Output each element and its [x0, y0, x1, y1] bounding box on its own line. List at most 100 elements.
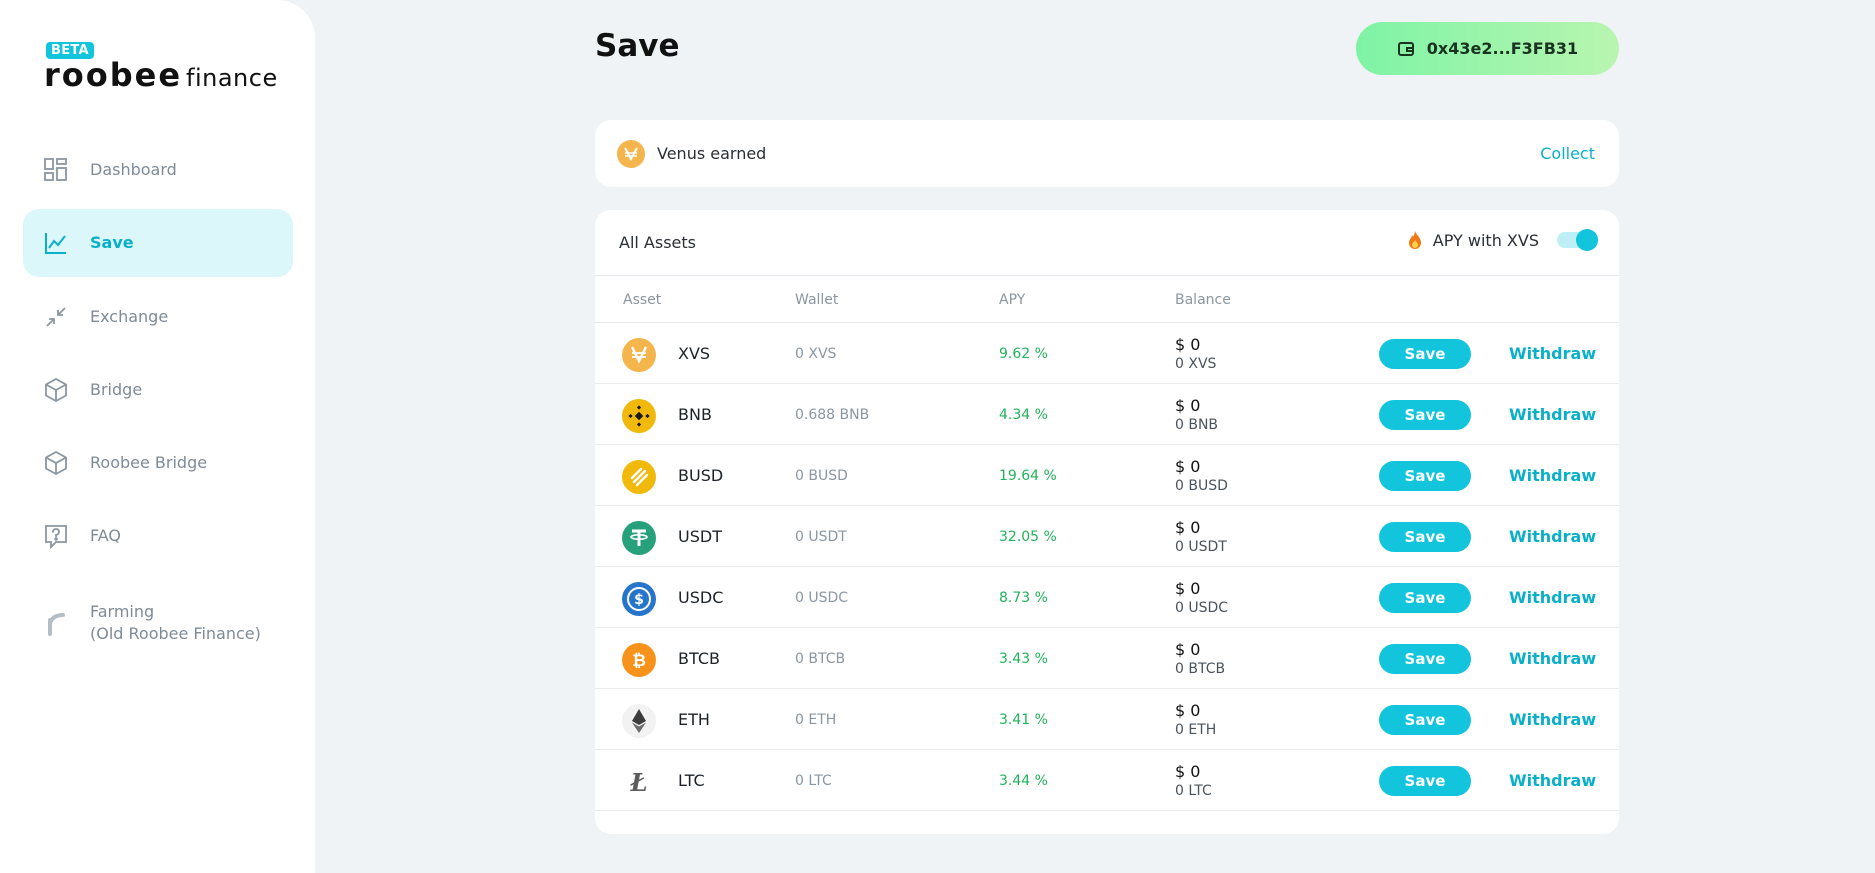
nav-item-farming[interactable]: Farming (Old Roobee Finance)	[23, 585, 293, 661]
toggle-knob	[1576, 229, 1598, 251]
eth-coin-icon	[622, 704, 656, 738]
balance-amount: 0 BNB	[1175, 417, 1219, 433]
svg-text:₿: ₿	[632, 651, 646, 671]
apy-value: 3.43 %	[999, 651, 1048, 667]
asset-name: XVS	[678, 344, 711, 363]
asset-name: ETH	[678, 710, 710, 729]
wallet-balance: 0 USDT	[795, 529, 847, 545]
asset-name: LTC	[678, 771, 705, 790]
balance-usd: $ 0	[1175, 640, 1201, 659]
balance-amount: 0 ETH	[1175, 722, 1217, 738]
bnb-coin-icon	[622, 399, 656, 433]
wallet-balance: 0 USDC	[795, 590, 849, 606]
roobee-finance-logo[interactable]: BETA roobee finance	[44, 42, 284, 94]
balance-usd: $ 0	[1175, 518, 1201, 537]
nav-label: Roobee Bridge	[90, 453, 208, 472]
asset-name: USDC	[678, 588, 724, 607]
busd-coin-icon	[622, 460, 656, 494]
faq-icon	[45, 525, 67, 549]
nav-label-sub: (Old Roobee Finance)	[90, 624, 261, 643]
save-button[interactable]: Save	[1379, 644, 1471, 674]
balance-usd: $ 0	[1175, 701, 1201, 720]
logo-suffix: finance	[186, 64, 278, 92]
svg-text:Ł: Ł	[629, 768, 647, 797]
apy-with-xvs-label: APY with XVS	[1432, 230, 1539, 250]
withdraw-button[interactable]: Withdraw	[1509, 588, 1596, 607]
nav-label: Farming (Old Roobee Finance)	[90, 601, 261, 645]
nav-item-roobee-bridge[interactable]: Roobee Bridge	[23, 429, 293, 497]
balance-amount: 0 LTC	[1175, 783, 1212, 799]
roobee-r-icon	[48, 613, 65, 636]
page-title: Save	[595, 28, 680, 64]
nav-label-main: Farming	[90, 602, 155, 621]
nav-label: FAQ	[90, 526, 121, 545]
venus-earned-card: Venus earned Collect	[595, 120, 1619, 187]
nav-item-bridge[interactable]: Bridge	[23, 356, 293, 424]
asset-name: BNB	[678, 405, 712, 424]
table-row: Ł LTC 0 LTC 3.44 % $ 0 0 LTC Save Withdr…	[595, 750, 1619, 811]
column-header-balance[interactable]: Balance	[1175, 292, 1231, 308]
save-button[interactable]: Save	[1379, 339, 1471, 369]
apy-value: 8.73 %	[999, 590, 1048, 606]
apy-toggle-group: APY with XVS	[1407, 229, 1598, 251]
withdraw-button[interactable]: Withdraw	[1509, 710, 1596, 729]
balance-usd: $ 0	[1175, 396, 1201, 415]
table-row: $ USDC 0 USDC 8.73 % $ 0 0 USDC Save Wit…	[595, 567, 1619, 628]
btcb-coin-icon: ₿	[622, 643, 656, 677]
exchange-arrows-icon	[46, 307, 66, 327]
assets-header: All Assets APY with XVS	[595, 210, 1619, 276]
nav-item-exchange[interactable]: Exchange	[23, 283, 293, 351]
cube-icon	[45, 450, 67, 476]
wallet-balance: 0 ETH	[795, 712, 837, 728]
logo-wordmark: roobee	[44, 56, 183, 94]
withdraw-button[interactable]: Withdraw	[1509, 527, 1596, 546]
apy-with-xvs-toggle[interactable]	[1557, 229, 1598, 251]
wallet-icon	[1397, 41, 1414, 56]
nav-label: Exchange	[90, 307, 169, 326]
save-button[interactable]: Save	[1379, 461, 1471, 491]
apy-value: 4.34 %	[999, 407, 1048, 423]
balance-amount: 0 USDT	[1175, 539, 1227, 555]
save-button[interactable]: Save	[1379, 766, 1471, 796]
save-button[interactable]: Save	[1379, 705, 1471, 735]
wallet-address: 0x43e2...F3FB31	[1426, 39, 1579, 58]
xvs-coin-icon	[622, 338, 656, 372]
column-header-wallet[interactable]: Wallet	[795, 292, 838, 308]
apy-value: 3.41 %	[999, 712, 1048, 728]
withdraw-button[interactable]: Withdraw	[1509, 405, 1596, 424]
save-button[interactable]: Save	[1379, 400, 1471, 430]
asset-name: USDT	[678, 527, 722, 546]
nav-item-dashboard[interactable]: Dashboard	[23, 136, 293, 204]
save-button[interactable]: Save	[1379, 522, 1471, 552]
withdraw-button[interactable]: Withdraw	[1509, 771, 1596, 790]
chart-line-icon	[45, 233, 66, 254]
column-header-apy[interactable]: APY	[999, 292, 1025, 308]
column-header-asset[interactable]: Asset	[623, 292, 661, 308]
withdraw-button[interactable]: Withdraw	[1509, 344, 1596, 363]
balance-usd: $ 0	[1175, 457, 1201, 476]
venus-earned-label: Venus earned	[657, 144, 767, 163]
save-button[interactable]: Save	[1379, 583, 1471, 613]
cube-icon	[45, 377, 67, 403]
collect-button[interactable]: Collect	[1540, 144, 1595, 163]
wallet-balance: 0 XVS	[795, 346, 837, 362]
sidebar: BETA roobee finance Dashboard Save Excha…	[0, 0, 315, 873]
wallet-balance: 0 BUSD	[795, 468, 848, 484]
withdraw-button[interactable]: Withdraw	[1509, 466, 1596, 485]
usdc-coin-icon: $	[622, 582, 656, 616]
table-row: USDT 0 USDT 32.05 % $ 0 0 USDT Save With…	[595, 506, 1619, 567]
table-row: ₿ BTCB 0 BTCB 3.43 % $ 0 0 BTCB Save Wit…	[595, 628, 1619, 689]
withdraw-button[interactable]: Withdraw	[1509, 649, 1596, 668]
ltc-coin-icon: Ł	[629, 768, 647, 797]
table-row: BNB 0.688 BNB 4.34 % $ 0 0 BNB Save With…	[595, 384, 1619, 445]
balance-usd: $ 0	[1175, 579, 1201, 598]
apy-value: 19.64 %	[999, 468, 1057, 484]
asset-name: BUSD	[678, 466, 724, 485]
asset-name: BTCB	[678, 649, 720, 668]
table-row: ETH 0 ETH 3.41 % $ 0 0 ETH Save Withdraw	[595, 689, 1619, 750]
nav-label: Dashboard	[90, 160, 177, 179]
wallet-address-button[interactable]: 0x43e2...F3FB31	[1356, 22, 1619, 75]
usdt-coin-icon	[622, 521, 656, 555]
nav-item-faq[interactable]: FAQ	[23, 502, 293, 570]
nav-item-save[interactable]: Save	[23, 209, 293, 277]
